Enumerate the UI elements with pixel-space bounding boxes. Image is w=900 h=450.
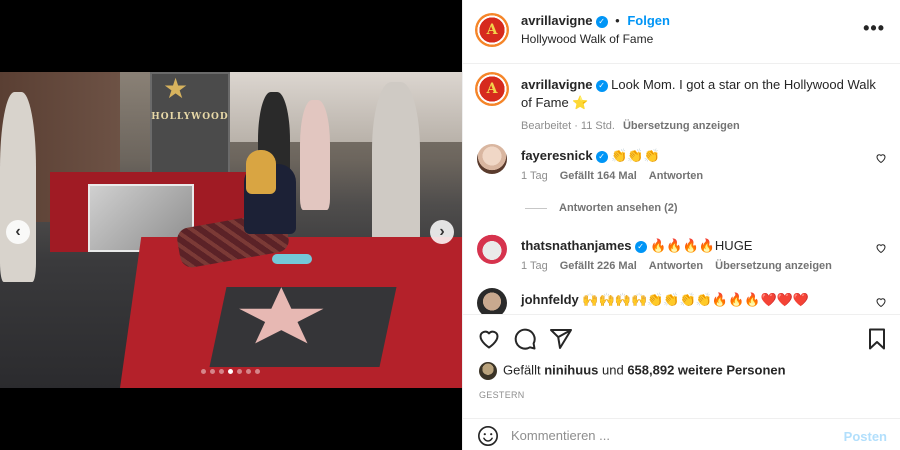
comment-item: thatsnathanjames ✓ 🔥🔥🔥🔥HUGE 1 Tag Gefällt … — [475, 234, 889, 278]
comment-text: johnfeldy 🙌🙌🙌🙌👏👏👏👏🔥🔥🔥❤️❤️❤️ — [521, 292, 809, 308]
verified-badge-icon: ✓ — [595, 15, 608, 28]
comment-likes-count[interactable]: Gefällt 164 Mal — [560, 170, 637, 182]
comment-text: fayeresnick ✓ 👏👏👏 — [521, 148, 660, 164]
photo-walk-of-fame-star: ★ — [232, 273, 331, 360]
carousel-dot — [201, 369, 206, 374]
post-actions-bar — [463, 314, 900, 362]
likes-summary[interactable]: Gefällt ninihuus und 658,892 weitere Per… — [479, 362, 786, 380]
post-location[interactable]: Hollywood Walk of Fame — [521, 32, 653, 46]
view-replies-button[interactable]: Antworten ansehen (2) — [525, 202, 678, 214]
photo-skateboard — [272, 254, 312, 264]
comment-text: thatsnathanjames ✓ 🔥🔥🔥🔥HUGE — [521, 238, 752, 254]
next-slide-button[interactable]: › — [430, 220, 454, 244]
post-date[interactable]: GESTERN — [479, 390, 525, 400]
bookmark-icon[interactable] — [865, 327, 889, 351]
comment-body: 🔥🔥🔥🔥HUGE — [650, 238, 753, 253]
post-header: avrillavigne✓ • Folgen Hollywood Walk of… — [463, 0, 900, 64]
caption-meta: Bearbeitet · 11 Std. Übersetzung anzeigen — [521, 120, 740, 132]
comment-heart-icon[interactable] — [875, 152, 887, 167]
post-comment-button[interactable]: Posten — [844, 429, 887, 444]
caption-avatar[interactable] — [475, 72, 509, 106]
author-line: avrillavigne ✓ • Folgen — [521, 13, 670, 28]
carousel-dot — [228, 369, 233, 374]
liker-avatar[interactable] — [479, 362, 497, 380]
comment-body: 🙌🙌🙌🙌👏👏👏👏🔥🔥🔥❤️❤️❤️ — [582, 292, 810, 307]
liker-username[interactable]: ninihuus — [544, 362, 598, 377]
caption-username[interactable]: avrillavigne — [521, 77, 593, 92]
comment-body: 👏👏👏 — [611, 148, 660, 163]
carousel-dot — [219, 369, 224, 374]
post-media: ★ HOLLYWOOD ★ ‹ › — [0, 0, 462, 450]
commenter-avatar[interactable] — [477, 288, 507, 314]
carousel-dot — [255, 369, 260, 374]
verified-badge-icon: ✓ — [634, 240, 647, 253]
comment-item: fayeresnick ✓ 👏👏👏 1 Tag Gefällt 164 Mal Ant… — [475, 144, 889, 188]
verified-badge-icon: ✓ — [595, 79, 608, 92]
caption-translate-link[interactable]: Übersetzung anzeigen — [623, 120, 740, 132]
comment-heart-icon[interactable] — [875, 242, 887, 257]
commenter-username[interactable]: fayeresnick — [521, 148, 593, 163]
heart-icon[interactable] — [477, 327, 501, 351]
carousel-indicator — [201, 369, 260, 374]
follow-button[interactable]: Folgen — [627, 13, 670, 28]
reply-button[interactable]: Antworten — [649, 170, 703, 182]
chevron-left-icon: ‹ — [15, 223, 21, 240]
likes-others[interactable]: 658,892 weitere Personen — [627, 362, 785, 377]
verified-badge-icon: ✓ — [595, 150, 608, 163]
caption-edited-time: Bearbeitet · 11 Std. — [521, 120, 615, 132]
chevron-right-icon: › — [439, 223, 445, 240]
emoji-icon[interactable] — [477, 425, 499, 447]
photo-person — [0, 92, 36, 282]
photo-person — [372, 82, 420, 252]
comment-meta: 1 Tag Gefällt 164 Mal Antworten — [521, 170, 715, 182]
comment-time: 1 Tag — [521, 170, 548, 182]
carousel-dot — [237, 369, 242, 374]
comments-section[interactable]: avrillavigne✓ Look Mom. I got a star on … — [463, 64, 900, 314]
author-avatar[interactable] — [475, 13, 509, 47]
caption-text: avrillavigne ✓ Look Mom. I got a star on … — [521, 76, 881, 112]
carousel-dot — [210, 369, 215, 374]
photo-sign-text: HOLLYWOOD — [151, 112, 229, 122]
share-icon[interactable] — [549, 327, 573, 351]
comment-icon[interactable] — [513, 327, 537, 351]
commenter-avatar[interactable] — [477, 234, 507, 264]
commenter-username[interactable]: johnfeldy — [521, 292, 579, 307]
commenter-avatar[interactable] — [477, 144, 507, 174]
likes-conjunction: und — [602, 362, 624, 378]
photo-sign-star: ★ — [163, 73, 189, 104]
author-username[interactable]: avrillavigne — [521, 13, 593, 28]
add-comment-bar: Posten — [463, 418, 900, 450]
carousel-dot — [246, 369, 251, 374]
comment-heart-icon[interactable] — [875, 296, 887, 311]
photo-hair — [246, 150, 276, 194]
previous-slide-button[interactable]: ‹ — [6, 220, 30, 244]
photo-person — [300, 100, 330, 210]
comment-time: 1 Tag — [521, 260, 548, 272]
photo-hollywood-sign — [150, 72, 230, 182]
post-photo[interactable]: ★ HOLLYWOOD ★ — [0, 72, 462, 388]
likes-prefix: Gefällt — [503, 362, 541, 378]
separator-dot: • — [615, 13, 620, 28]
more-options-icon[interactable]: ••• — [863, 18, 885, 39]
reply-button[interactable]: Antworten — [649, 260, 703, 272]
commenter-username[interactable]: thatsnathanjames — [521, 238, 632, 253]
comment-likes-count[interactable]: Gefällt 226 Mal — [560, 260, 637, 272]
post-side-panel: avrillavigne✓ • Folgen Hollywood Walk of… — [462, 0, 900, 450]
comment-input[interactable] — [511, 425, 831, 445]
comment-item: johnfeldy 🙌🙌🙌🙌👏👏👏👏🔥🔥🔥❤️❤️❤️ — [475, 288, 889, 314]
translate-link[interactable]: Übersetzung anzeigen — [715, 260, 832, 272]
comment-meta: 1 Tag Gefällt 226 Mal Antworten Übersetzung… — [521, 260, 844, 272]
